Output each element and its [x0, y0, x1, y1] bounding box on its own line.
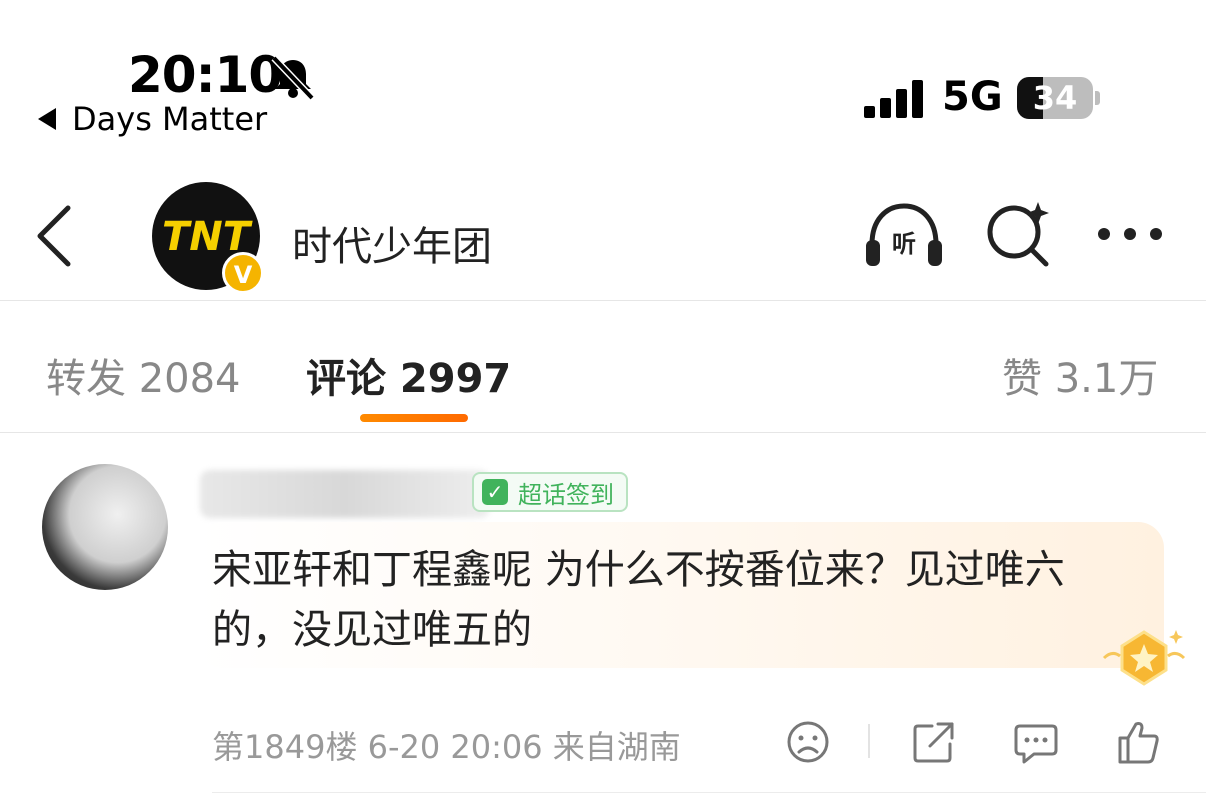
active-tab-indicator	[360, 414, 468, 422]
like-thumb-icon[interactable]	[1114, 718, 1162, 766]
commenter-name-blurred[interactable]	[200, 470, 490, 518]
back-arrow-icon[interactable]	[30, 204, 80, 268]
back-app-label: Days Matter	[72, 100, 268, 138]
verified-badge-icon: V	[222, 252, 264, 294]
checkin-icon: ✓	[482, 479, 508, 505]
comment-bottom-divider	[212, 792, 1206, 793]
comment-item: ✓ 超话签到 宋亚轩和丁程鑫呢 为什么不按番位来？见过唯六的，没见过唯五的 第1…	[0, 434, 1206, 803]
network-type: 5G	[942, 74, 1003, 120]
reply-comment-icon[interactable]	[1012, 718, 1060, 766]
tab-likes[interactable]: 赞 3.1万	[1002, 346, 1158, 404]
tabs-divider	[0, 432, 1206, 433]
battery-level: 34	[1032, 79, 1078, 117]
account-name[interactable]: 时代少年团	[292, 214, 492, 272]
cellular-signal-icon	[864, 80, 923, 118]
back-triangle-icon	[38, 108, 56, 130]
comment-text: 宋亚轩和丁程鑫呢 为什么不按番位来？见过唯六的，没见过唯五的	[212, 547, 1065, 653]
action-separator	[868, 724, 870, 758]
tab-bar: 转发 2084 评论 2997 赞 3.1万	[0, 302, 1206, 432]
sad-reaction-icon[interactable]	[784, 718, 832, 766]
supertopic-checkin-badge[interactable]: ✓ 超话签到	[472, 472, 628, 512]
tab-comments[interactable]: 评论 2997	[306, 346, 511, 404]
comment-meta: 第1849楼 6-20 20:06 来自湖南	[212, 728, 681, 766]
share-icon[interactable]	[910, 718, 958, 766]
bell-muted-icon	[271, 55, 315, 100]
battery-cap	[1095, 91, 1100, 105]
status-time: 20:10	[128, 46, 283, 104]
nav-divider	[0, 300, 1206, 301]
commenter-avatar[interactable]	[42, 464, 168, 590]
search-icon[interactable]	[984, 198, 1054, 268]
nav-bar: TNT V 时代少年团 听	[0, 170, 1206, 300]
svg-text:听: 听	[892, 230, 916, 258]
back-to-app-link[interactable]: Days Matter	[38, 100, 267, 138]
medal-icon	[1102, 630, 1186, 686]
more-options-icon[interactable]	[1094, 222, 1166, 246]
battery-indicator: 34	[1017, 77, 1093, 119]
badge-label: 超话签到	[518, 480, 614, 509]
tab-reposts[interactable]: 转发 2084	[46, 346, 241, 404]
headphones-listen-icon[interactable]: 听	[862, 200, 946, 270]
status-bar: 20:10 Days Matter 5G 34	[0, 0, 1206, 150]
